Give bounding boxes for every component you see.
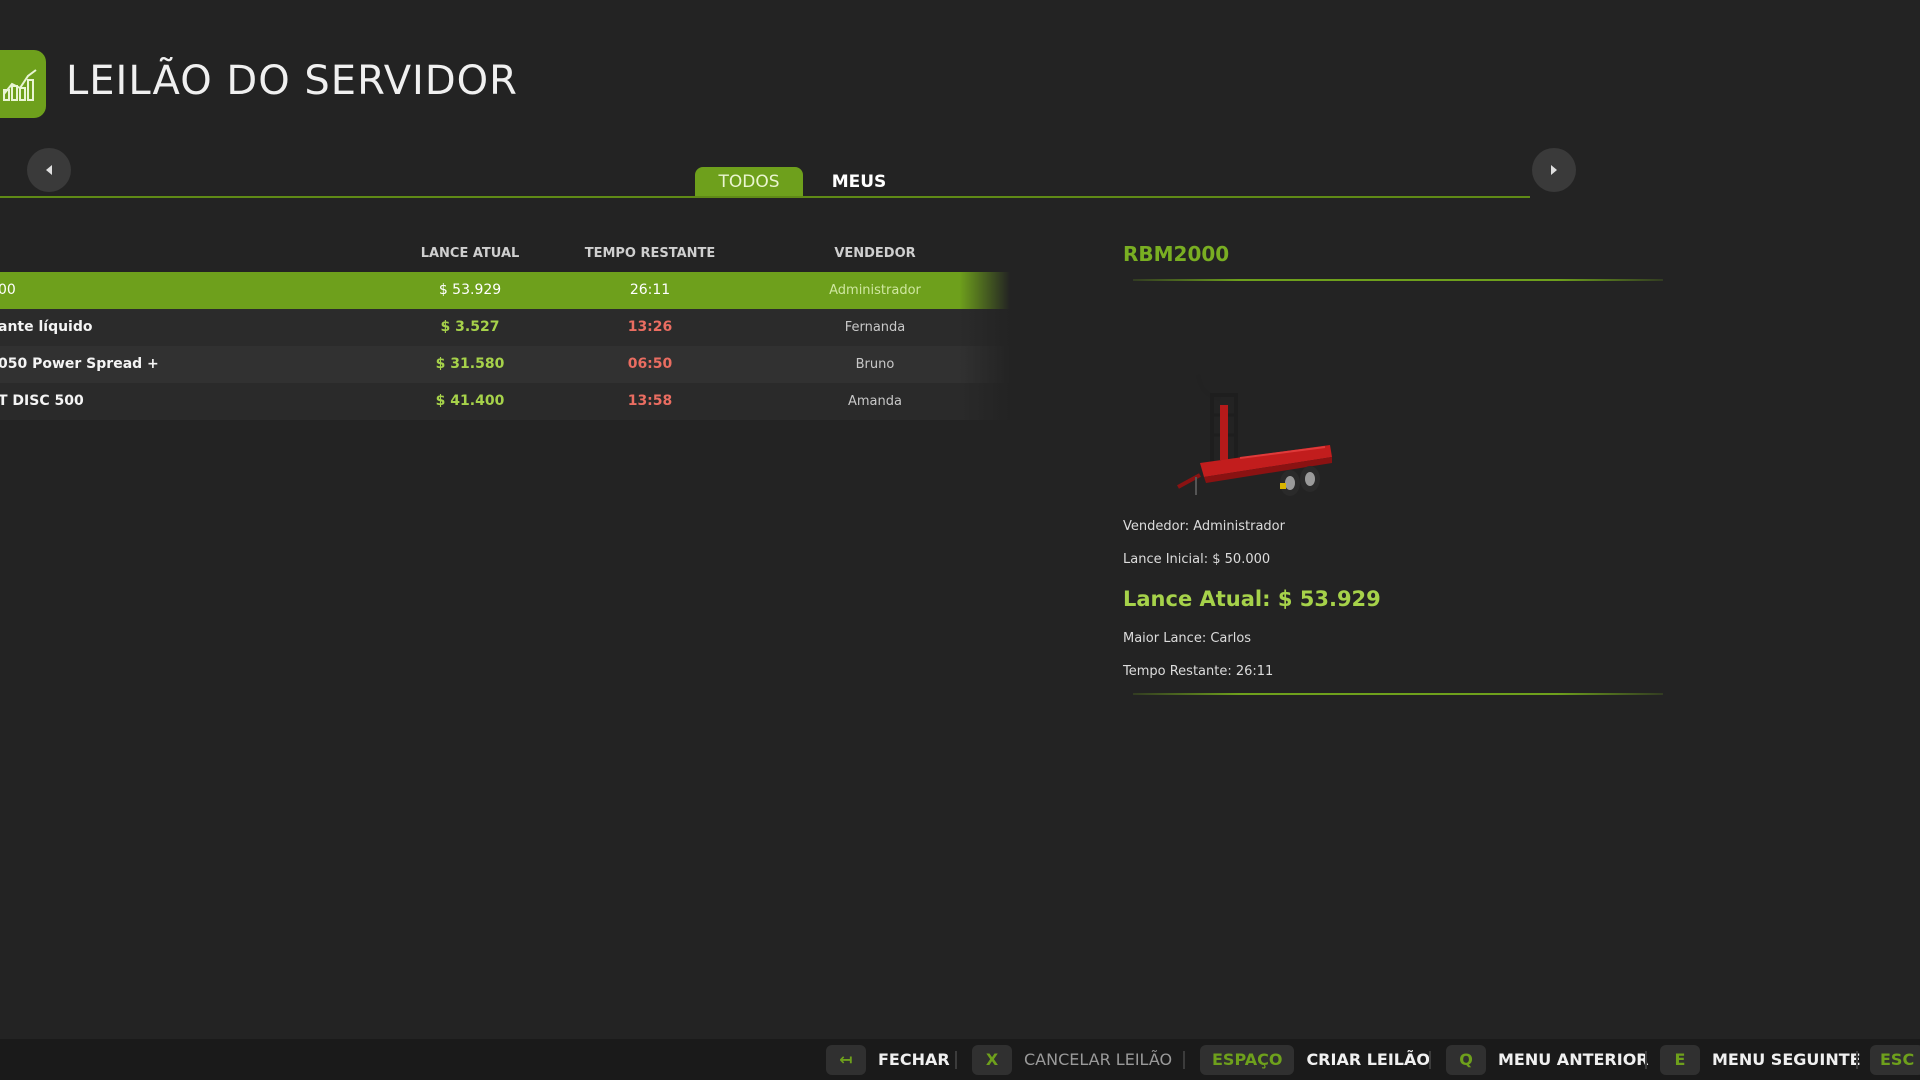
previous-menu-label: MENU ANTERIOR [1498, 1050, 1649, 1069]
row-time-left: 13:58 [627, 393, 673, 409]
back-key-icon: ↤ [826, 1044, 866, 1075]
row-time-left: 26:11 [629, 282, 671, 298]
detail-start-bid: Lance Inicial: $ 50.000 [1123, 552, 1271, 567]
next-menu-button[interactable]: E MENU SEGUINTE [1660, 1039, 1861, 1080]
next-page-button[interactable] [1532, 148, 1576, 192]
row-current-bid: $ 53.929 [438, 282, 502, 298]
tab-meus[interactable]: MEUS [818, 167, 900, 197]
create-auction-label: CRIAR LEILÃO [1306, 1050, 1430, 1069]
previous-menu-button[interactable]: Q MENU ANTERIOR [1446, 1039, 1649, 1080]
detail-time-left: Tempo Restante: 26:11 [1123, 664, 1274, 679]
cancel-auction-button[interactable]: X CANCELAR LEILÃO [972, 1039, 1172, 1080]
table-row[interactable]: 00 $ 53.929 26:11 Administrador [0, 272, 1010, 309]
column-header-time-left: TEMPO RESTANTE [584, 246, 716, 261]
create-auction-button[interactable]: ESPAÇO CRIAR LEILÃO [1200, 1039, 1430, 1080]
close-button[interactable]: ↤ FECHAR [826, 1039, 950, 1080]
footer-separator [1856, 1051, 1858, 1069]
row-seller: Amanda [848, 394, 902, 409]
row-current-bid: $ 3.527 [440, 319, 500, 335]
table-row[interactable]: 050 Power Spread + $ 31.580 06:50 Bruno [0, 346, 1010, 383]
detail-title: RBM2000 [1123, 242, 1230, 266]
row-time-left: 13:26 [627, 319, 673, 335]
row-item-name: 00 [0, 282, 16, 298]
q-key-icon: Q [1446, 1044, 1486, 1075]
table-row[interactable]: T DISC 500 $ 41.400 13:58 Amanda [0, 383, 1010, 420]
bale-trailer-image [1177, 374, 1332, 496]
chart-icon [3, 69, 37, 101]
row-seller: Administrador [829, 283, 921, 298]
auction-table: LANCE ATUAL TEMPO RESTANTE VENDEDOR 00 $… [0, 240, 1010, 420]
arrow-right-icon [1551, 165, 1557, 175]
close-label: FECHAR [878, 1050, 950, 1069]
row-item-name: 050 Power Spread + [0, 356, 159, 372]
footer-separator [955, 1051, 957, 1069]
cancel-auction-label: CANCELAR LEILÃO [1024, 1050, 1173, 1069]
next-menu-label: MENU SEGUINTE [1712, 1050, 1861, 1069]
x-key-icon: X [972, 1044, 1012, 1075]
row-item-name: T DISC 500 [0, 393, 84, 409]
auction-app-icon [0, 50, 46, 118]
arrow-left-icon [46, 165, 52, 175]
row-seller: Bruno [855, 357, 895, 372]
row-current-bid: $ 41.400 [435, 393, 505, 409]
e-key-icon: E [1660, 1044, 1700, 1075]
previous-page-button[interactable] [27, 148, 71, 192]
detail-divider-bottom [1133, 693, 1663, 695]
tab-underline [0, 196, 1530, 198]
footer-bar: ↤ FECHAR X CANCELAR LEILÃO ESPAÇO CRIAR … [0, 1039, 1920, 1080]
row-time-left: 06:50 [627, 356, 673, 372]
row-current-bid: $ 31.580 [435, 356, 505, 372]
column-header-seller: VENDEDOR [834, 246, 916, 261]
space-key-icon: ESPAÇO [1200, 1044, 1295, 1075]
detail-highest-bidder: Maior Lance: Carlos [1123, 631, 1252, 646]
detail-divider-top [1133, 279, 1663, 281]
footer-separator [1183, 1051, 1185, 1069]
table-row[interactable]: ante líquido $ 3.527 13:26 Fernanda [0, 309, 1010, 346]
row-seller: Fernanda [844, 320, 906, 335]
tab-todos[interactable]: TODOS [695, 167, 803, 197]
table-header: LANCE ATUAL TEMPO RESTANTE VENDEDOR [0, 240, 1010, 272]
page-title: LEILÃO DO SERVIDOR [66, 58, 518, 104]
footer-separator [1645, 1051, 1647, 1069]
detail-current-bid: Lance Atual: $ 53.929 [1123, 587, 1381, 611]
esc-key-icon: ESC [1870, 1044, 1920, 1075]
esc-button[interactable]: ESC [1870, 1039, 1920, 1080]
detail-seller: Vendedor: Administrador [1123, 519, 1285, 534]
row-item-name: ante líquido [0, 319, 93, 335]
footer-separator [1429, 1051, 1431, 1069]
column-header-current-bid: LANCE ATUAL [420, 246, 520, 261]
